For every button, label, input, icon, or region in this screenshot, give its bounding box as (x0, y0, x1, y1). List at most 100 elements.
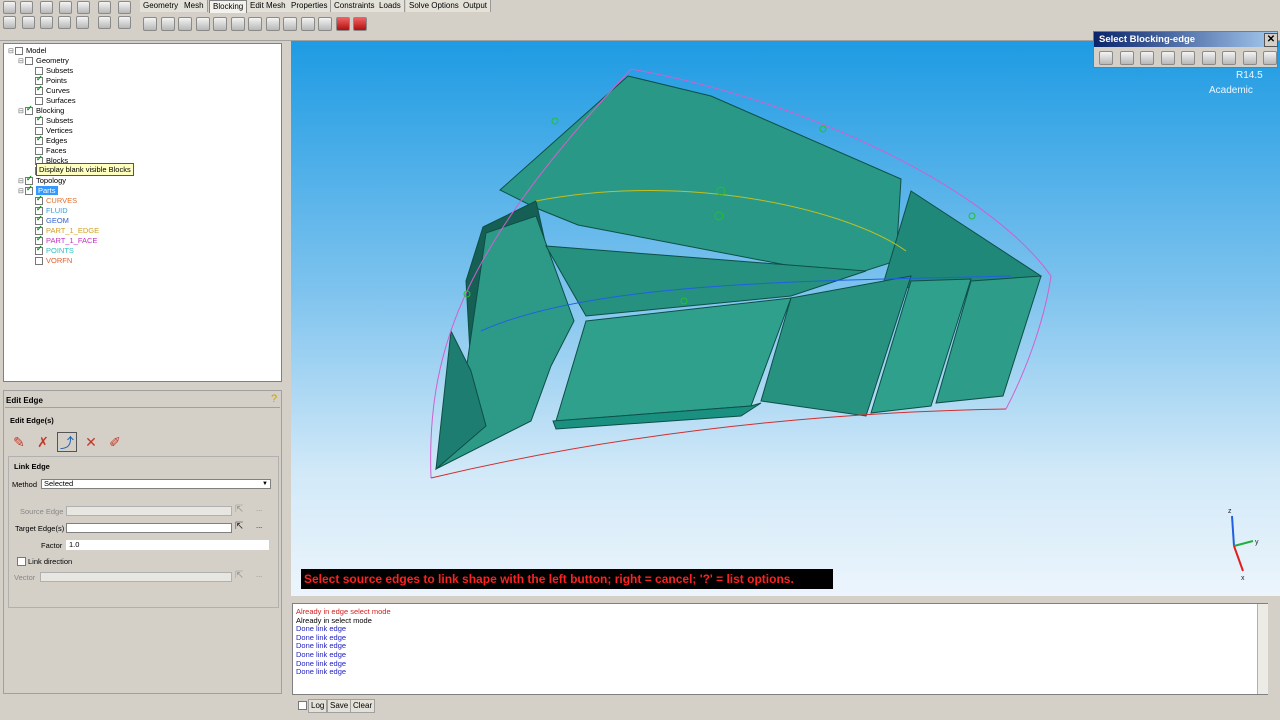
tree-item[interactable]: POINTS (28, 244, 74, 256)
source-edge-field[interactable] (66, 506, 232, 516)
save-button[interactable]: Save (327, 699, 352, 713)
log-scrollbar[interactable] (1257, 604, 1268, 694)
cancel-select-icon[interactable] (1181, 51, 1195, 65)
select-item-icon[interactable] (1099, 51, 1113, 65)
vector-field[interactable] (40, 572, 232, 582)
tree-item[interactable]: FLUID (28, 204, 68, 216)
snapshot-icon[interactable] (59, 1, 72, 14)
tree-item[interactable]: Subsets (28, 114, 73, 126)
tree-checkbox[interactable] (35, 84, 43, 96)
select-blocking-edge-dialog: Select Blocking-edge ✕ (1093, 31, 1278, 68)
tab-solve-options[interactable]: Solve Options (406, 0, 463, 12)
tree-expander-icon[interactable]: ⊟ (18, 187, 25, 197)
open-file-icon[interactable] (3, 1, 16, 14)
target-edges-field[interactable] (66, 523, 232, 533)
tree-checkbox[interactable] (25, 104, 33, 116)
tree-item[interactable]: Edges (28, 134, 67, 146)
delete-block-icon[interactable] (353, 17, 367, 31)
tree-item[interactable]: Surfaces (28, 96, 76, 106)
tree-item[interactable]: ⊟ Model (8, 46, 46, 56)
tree-item[interactable]: Curves (28, 84, 70, 96)
fit-icon[interactable] (3, 16, 16, 29)
all-visible-icon[interactable] (1222, 51, 1236, 65)
tab-constraints[interactable]: Constraints (331, 0, 379, 12)
save-icon[interactable] (20, 1, 33, 14)
tree-item[interactable]: Subsets (28, 66, 73, 76)
tree-item[interactable]: Vertices (28, 126, 73, 136)
vector-dots[interactable]: ... (256, 570, 262, 579)
tree-checkbox[interactable] (15, 47, 23, 56)
select-target-icon[interactable]: ⇱ (235, 521, 243, 532)
tree-expander-icon[interactable]: ⊟ (18, 107, 25, 117)
display-icon[interactable] (76, 16, 89, 29)
clear-button[interactable]: Clear (350, 699, 376, 713)
graphics-viewport[interactable]: z y x R14.5 Academic (291, 41, 1280, 596)
source-dots[interactable]: ... (256, 504, 262, 513)
tab-properties[interactable]: Properties (288, 0, 332, 12)
tree-expander-icon[interactable]: ⊟ (18, 57, 25, 67)
edge-params-icon[interactable]: ✐ (105, 432, 125, 452)
link-direction-checkbox[interactable] (17, 557, 26, 566)
tree-checkbox[interactable] (35, 97, 43, 106)
cycle-icon[interactable] (1119, 51, 1134, 65)
tab-geometry[interactable]: Geometry (140, 0, 183, 12)
zoom-icon[interactable] (22, 16, 35, 29)
pre-mesh-params-icon[interactable] (283, 17, 297, 31)
tree-item[interactable]: ⊟ Geometry (18, 56, 69, 66)
check-blocks-icon[interactable] (335, 17, 350, 31)
tree-checkbox[interactable] (35, 257, 43, 266)
split-block-icon[interactable] (160, 17, 175, 31)
select-vector-icon[interactable]: ⇱ (235, 570, 243, 581)
target-dots[interactable]: ... (256, 521, 262, 530)
tree-item[interactable]: GEOM (28, 214, 69, 226)
move-edge-icon[interactable]: ✗ (33, 432, 53, 452)
method-label: Method (12, 480, 38, 489)
close-icon[interactable]: ✕ (1264, 33, 1278, 47)
unlink-edge-icon[interactable]: ✕ (81, 432, 101, 452)
tree-item[interactable]: Points (28, 74, 67, 86)
pre-mesh-smooth-icon[interactable] (318, 17, 332, 31)
tree-expander-icon[interactable]: ⊟ (8, 47, 15, 57)
color-select-icon[interactable] (1242, 51, 1257, 65)
tab-blocking[interactable]: Blocking (209, 0, 248, 13)
tree-checkbox[interactable] (25, 57, 33, 66)
move-vertex-icon[interactable] (230, 17, 245, 31)
solid-icon[interactable] (98, 16, 111, 29)
tree-checkbox[interactable] (35, 244, 43, 256)
box-select-icon[interactable] (1201, 51, 1216, 65)
tab-edit-mesh[interactable]: Edit Mesh (247, 0, 290, 12)
pre-mesh-quality-icon[interactable] (300, 17, 315, 31)
view-icon[interactable] (40, 16, 53, 29)
circle-select-icon[interactable] (1140, 51, 1154, 65)
split-edge-icon[interactable]: ✎ (9, 432, 29, 452)
select-icon[interactable] (77, 1, 90, 14)
tree-checkbox[interactable] (25, 184, 33, 196)
factor-field[interactable]: 1.0 (66, 540, 269, 550)
tree-item[interactable]: Faces (28, 146, 66, 156)
edit-edge-icon[interactable] (265, 17, 280, 31)
log-button[interactable]: Log (308, 699, 328, 713)
tab-loads[interactable]: Loads (376, 0, 405, 12)
redo-icon[interactable] (118, 1, 131, 14)
edit-block-icon[interactable] (195, 17, 210, 31)
log-checkbox[interactable] (298, 701, 307, 710)
tree-item[interactable]: VORFN (28, 256, 72, 266)
associate-icon[interactable] (213, 17, 227, 31)
help-icon[interactable]: ? (268, 393, 280, 405)
wire-icon[interactable] (118, 16, 131, 29)
tab-mesh[interactable]: Mesh (181, 0, 208, 12)
create-block-icon[interactable] (143, 17, 157, 31)
tree-checkbox[interactable] (35, 134, 43, 146)
measure-icon[interactable] (58, 16, 71, 29)
link-edge-icon[interactable]: ⤴ (57, 432, 77, 452)
method-select[interactable]: Selected ▼ (41, 479, 271, 489)
polygon-select-icon[interactable] (1160, 51, 1175, 65)
part-select-icon[interactable] (1263, 51, 1277, 65)
print-icon[interactable] (40, 1, 53, 14)
merge-vertices-icon[interactable] (178, 17, 192, 31)
transform-icon[interactable] (248, 17, 262, 31)
tree-checkbox[interactable] (35, 114, 43, 126)
tab-output[interactable]: Output (460, 0, 492, 12)
select-source-icon[interactable]: ⇱ (235, 504, 243, 515)
undo-icon[interactable] (98, 1, 111, 14)
